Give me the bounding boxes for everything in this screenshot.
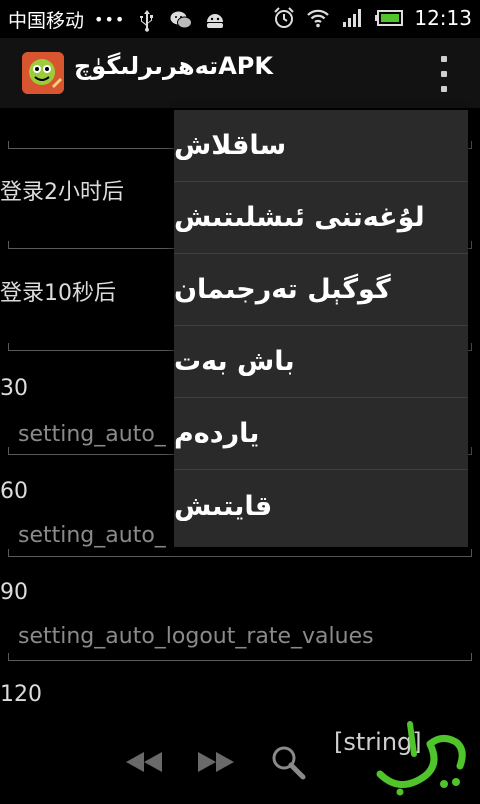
list-item-label[interactable]: 120 xyxy=(0,682,42,707)
usb-icon xyxy=(135,8,159,32)
list-divider xyxy=(8,653,472,661)
action-bar: تەھرىرلىگۈچAPK xyxy=(0,38,480,108)
menu-item-exit[interactable]: قايتىش xyxy=(174,470,468,542)
rewind-icon[interactable] xyxy=(122,740,166,784)
list-item-hint[interactable]: setting_auto_ xyxy=(18,523,166,548)
list-item-label[interactable]: 登录2小时后 xyxy=(0,174,124,206)
search-icon[interactable] xyxy=(266,740,310,784)
watermark-logo xyxy=(370,714,478,800)
list-item-label[interactable]: 90 xyxy=(0,580,28,605)
overflow-menu-icon[interactable] xyxy=(432,56,456,92)
signal-icon xyxy=(340,6,364,30)
battery-icon xyxy=(374,6,404,30)
list-item-hint[interactable]: setting_auto_ xyxy=(18,422,166,447)
list-item-label[interactable]: 30 xyxy=(0,376,28,401)
list-item-label[interactable]: 登录10秒后 xyxy=(0,275,116,307)
wifi-icon xyxy=(306,6,330,30)
menu-item-help[interactable]: ياردەم xyxy=(174,398,468,470)
list-item-label[interactable]: 60 xyxy=(0,479,28,504)
list-divider xyxy=(8,549,472,557)
notification-dots: ••• xyxy=(94,10,126,29)
app-logo-icon[interactable] xyxy=(22,52,64,94)
list-item-hint[interactable]: setting_auto_logout_rate_values xyxy=(18,624,374,649)
overflow-dropdown-menu: ساقلاش لۇغەتنى ئىشلىتىش گوگېل تەرجىمان ب… xyxy=(174,110,468,547)
menu-item-home[interactable]: باش بەت xyxy=(174,326,468,398)
menu-item-use-dictionary[interactable]: لۇغەتنى ئىشلىتىش xyxy=(174,182,468,254)
wechat-icon xyxy=(169,8,193,32)
menu-item-google-translate[interactable]: گوگېل تەرجىمان xyxy=(174,254,468,326)
status-bar: 中国移动 ••• 12:13 xyxy=(0,0,480,38)
android-icon xyxy=(203,8,227,32)
alarm-icon xyxy=(272,6,296,30)
app-title: تەھرىرلىگۈچAPK xyxy=(74,52,273,80)
menu-item-save[interactable]: ساقلاش xyxy=(174,110,468,182)
fast-forward-icon[interactable] xyxy=(194,740,238,784)
carrier-label: 中国移动 xyxy=(8,10,85,32)
clock: 12:13 xyxy=(414,6,472,30)
